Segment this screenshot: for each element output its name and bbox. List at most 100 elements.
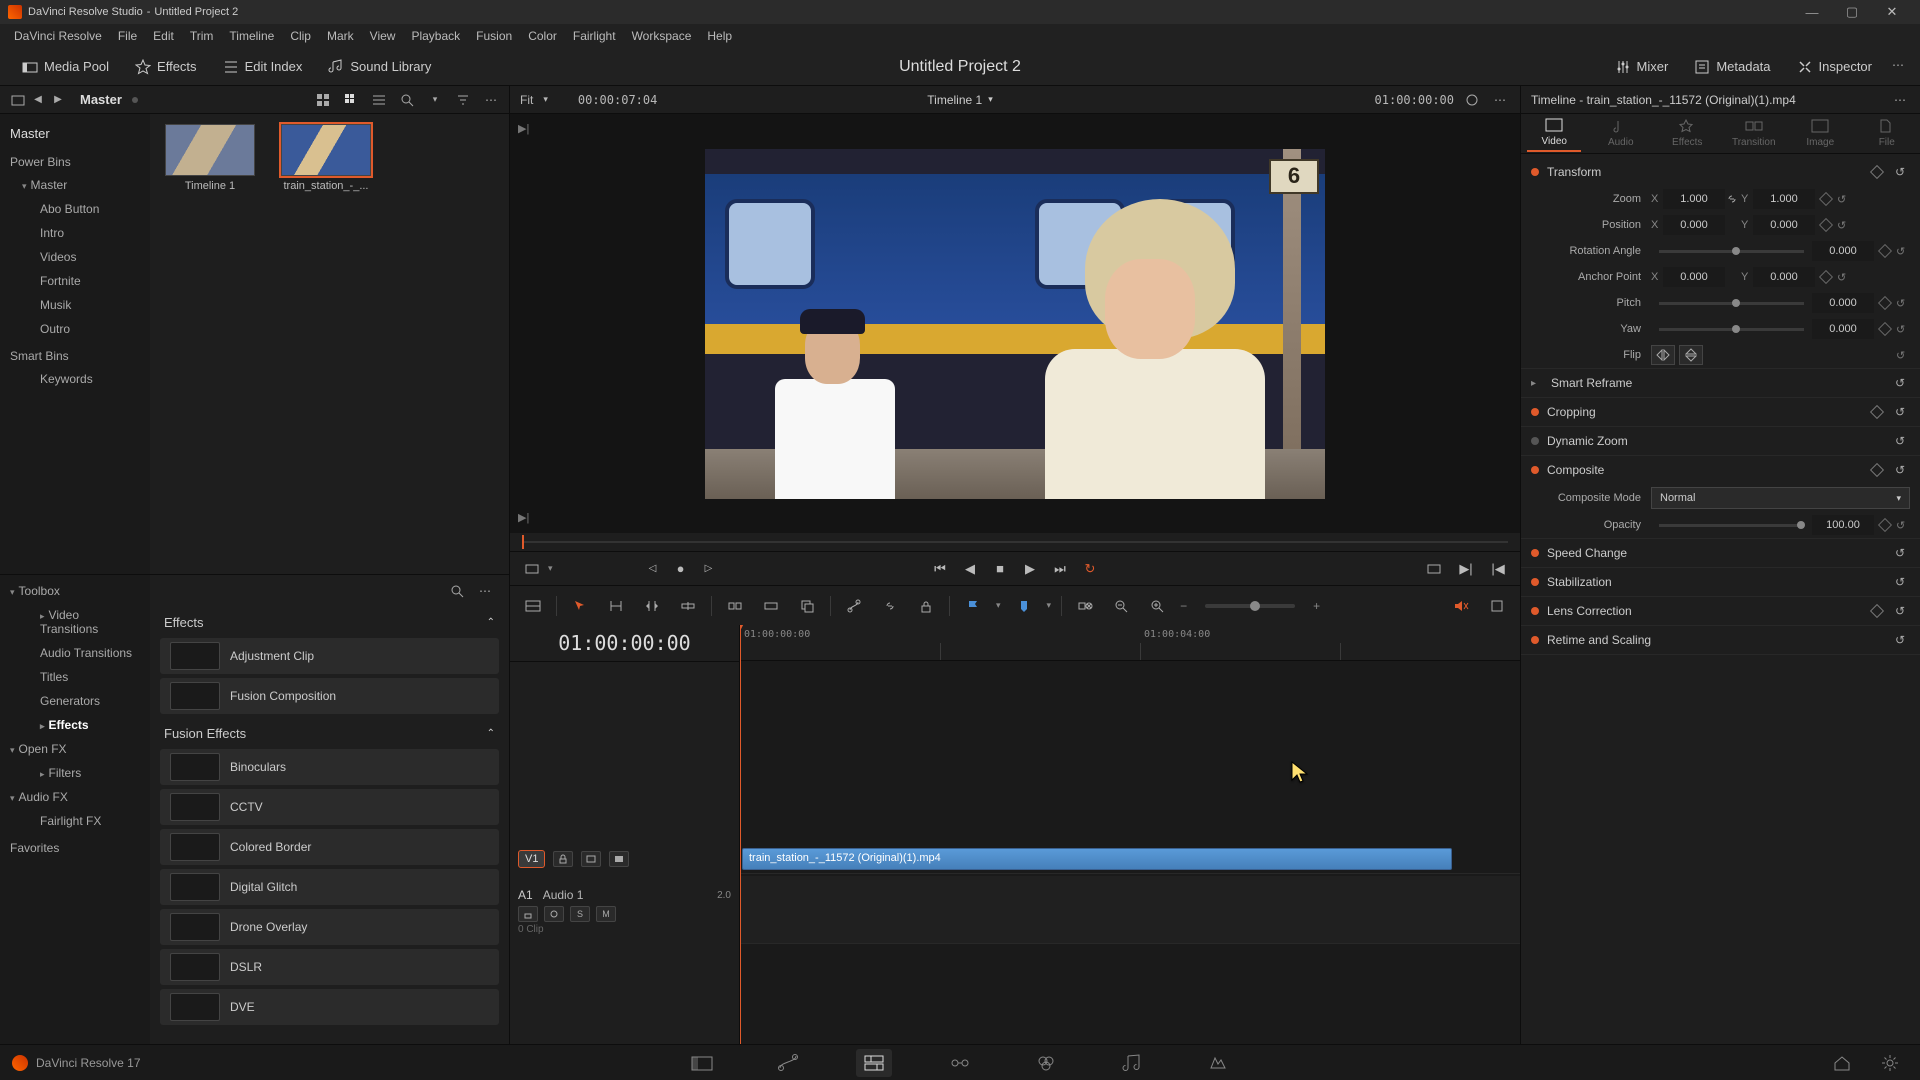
flip-v-button[interactable] — [1679, 345, 1703, 365]
v1-auto-icon[interactable] — [581, 851, 601, 867]
page-fairlight-icon[interactable] — [1114, 1049, 1150, 1077]
composite-mode-select[interactable]: Normal▾ — [1651, 487, 1910, 509]
zoom-y-input[interactable] — [1753, 189, 1815, 209]
pos-x-input[interactable] — [1663, 215, 1725, 235]
retime-header[interactable]: Retime and Scaling ↺ — [1521, 626, 1920, 654]
fx-cctv[interactable]: CCTV — [160, 789, 499, 825]
view-thumb-lg-icon[interactable] — [341, 90, 361, 110]
step-back-icon[interactable]: ◀ — [958, 557, 982, 581]
viewer-more-icon[interactable]: ⋯ — [1490, 90, 1510, 110]
mixer-toggle[interactable]: Mixer — [1605, 55, 1679, 79]
page-fusion-icon[interactable] — [942, 1049, 978, 1077]
inspector-tab-transition[interactable]: Transition — [1727, 116, 1781, 151]
viewer-scrubber[interactable] — [510, 533, 1520, 551]
blade-tool-icon[interactable] — [675, 593, 701, 619]
goto-out-icon[interactable]: ▶| — [1454, 557, 1478, 581]
v1-track-lane[interactable]: train_station_-_11572 (Original)(1).mp4 — [740, 844, 1520, 874]
v1-tag[interactable]: V1 — [518, 850, 545, 868]
a1-track-header[interactable]: A1 Audio 1 2.0 S M 0 Clip — [510, 884, 739, 944]
flag-icon[interactable] — [960, 593, 986, 619]
anchor-keyframe-icon[interactable] — [1819, 270, 1833, 284]
v1-track-header[interactable]: V1 — [510, 844, 739, 874]
menu-trim[interactable]: Trim — [182, 29, 222, 43]
play-icon[interactable]: ▶ — [1018, 557, 1042, 581]
speed-reset-icon[interactable]: ↺ — [1890, 543, 1910, 563]
overwrite-clip-icon[interactable] — [758, 593, 784, 619]
yaw-reset-icon[interactable]: ↺ — [1896, 323, 1910, 336]
opacity-keyframe-icon[interactable] — [1878, 518, 1892, 532]
a1-arm-icon[interactable] — [544, 906, 564, 922]
workspace-more-icon[interactable]: ⋯ — [1888, 55, 1908, 75]
fx-more-icon[interactable]: ⋯ — [475, 581, 495, 601]
power-bin-intro[interactable]: Intro — [0, 221, 150, 245]
yaw-input[interactable] — [1812, 319, 1874, 339]
goto-first-icon[interactable]: ⏮ — [928, 557, 952, 581]
timeline-view-options-icon[interactable] — [520, 593, 546, 619]
fx-cat-audio-trans[interactable]: Audio Transitions — [0, 641, 150, 665]
page-media-icon[interactable] — [684, 1049, 720, 1077]
dynamic-zoom-header[interactable]: Dynamic Zoom ↺ — [1521, 427, 1920, 455]
inspector-tab-video[interactable]: Video — [1527, 115, 1581, 152]
page-cut-icon[interactable] — [770, 1049, 806, 1077]
audiofx-node[interactable]: Audio FX — [0, 785, 150, 809]
menu-fairlight[interactable]: Fairlight — [565, 29, 624, 43]
lens-enable-dot[interactable] — [1531, 607, 1539, 615]
menu-mark[interactable]: Mark — [319, 29, 362, 43]
v1-lock-icon[interactable] — [553, 851, 573, 867]
insert-clip-icon[interactable] — [722, 593, 748, 619]
cropping-enable-dot[interactable] — [1531, 408, 1539, 416]
composite-reset-icon[interactable]: ↺ — [1890, 460, 1910, 480]
stabilization-header[interactable]: Stabilization ↺ — [1521, 568, 1920, 596]
speed-change-header[interactable]: Speed Change ↺ — [1521, 539, 1920, 567]
power-bin-videos[interactable]: Videos — [0, 245, 150, 269]
menu-workspace[interactable]: Workspace — [624, 29, 700, 43]
page-deliver-icon[interactable] — [1200, 1049, 1236, 1077]
viewer-tc-options-icon[interactable] — [1462, 90, 1482, 110]
a1-track-lane[interactable] — [740, 876, 1520, 944]
inspector-expand-icon[interactable]: ⋯ — [1890, 90, 1910, 110]
sort-dropdown-icon[interactable]: ▾ — [425, 90, 445, 110]
menu-view[interactable]: View — [362, 29, 404, 43]
fx-dve[interactable]: DVE — [160, 989, 499, 1025]
power-bin-outro[interactable]: Outro — [0, 317, 150, 341]
pitch-slider[interactable] — [1659, 302, 1804, 305]
clip-trainstation[interactable]: train_station_-_11572 (Original)(1).mp4 — [742, 848, 1452, 870]
smart-bin-keywords[interactable]: Keywords — [0, 367, 150, 391]
bin-dropdown-icon[interactable] — [8, 90, 28, 110]
transform-reset-icon[interactable]: ↺ — [1890, 162, 1910, 182]
nav-back-icon[interactable]: ◀ — [28, 90, 48, 110]
dynzoom-enable-dot[interactable] — [1531, 437, 1539, 445]
bin-master[interactable]: Master — [0, 120, 150, 147]
window-minimize[interactable]: — — [1792, 5, 1832, 20]
dynamic-trim-tool-icon[interactable] — [639, 593, 665, 619]
settings-gear-icon[interactable] — [1872, 1049, 1908, 1077]
menu-clip[interactable]: Clip — [282, 29, 319, 43]
transform-keyframe-icon[interactable] — [1870, 165, 1884, 179]
timeline-zoom-slider[interactable] — [1205, 604, 1295, 608]
view-list-icon[interactable] — [369, 90, 389, 110]
crop-keyframe-icon[interactable] — [1870, 405, 1884, 419]
retime-enable-dot[interactable] — [1531, 636, 1539, 644]
lens-keyframe-icon[interactable] — [1870, 604, 1884, 618]
inspector-tab-audio[interactable]: Audio — [1594, 116, 1648, 151]
timeline-options-icon[interactable] — [1484, 593, 1510, 619]
thumb-timeline1[interactable]: Timeline 1 — [160, 124, 260, 192]
viewer-zoom-select[interactable]: Fit — [520, 93, 533, 107]
composite-header[interactable]: Composite ↺ — [1521, 456, 1920, 484]
thumb-trainstation[interactable]: train_station_-_... — [276, 124, 376, 192]
nav-fwd-icon[interactable]: ▶ — [48, 90, 68, 110]
fx-dslr[interactable]: DSLR — [160, 949, 499, 985]
yaw-slider[interactable] — [1659, 328, 1804, 331]
viewer-canvas[interactable]: ▶| ▶| 6 — [510, 114, 1520, 533]
snapping-icon[interactable] — [1072, 593, 1098, 619]
opacity-input[interactable] — [1812, 515, 1874, 535]
menu-help[interactable]: Help — [699, 29, 740, 43]
fx-drone-overlay[interactable]: Drone Overlay — [160, 909, 499, 945]
menu-edit[interactable]: Edit — [145, 29, 182, 43]
zoom-reset-icon[interactable]: ↺ — [1837, 193, 1851, 206]
toolbox-node[interactable]: Toolbox — [0, 579, 150, 603]
goto-in-icon[interactable]: |◀ — [1486, 557, 1510, 581]
stab-enable-dot[interactable] — [1531, 578, 1539, 586]
retime-reset-icon[interactable]: ↺ — [1890, 630, 1910, 650]
fx-binoculars[interactable]: Binoculars — [160, 749, 499, 785]
